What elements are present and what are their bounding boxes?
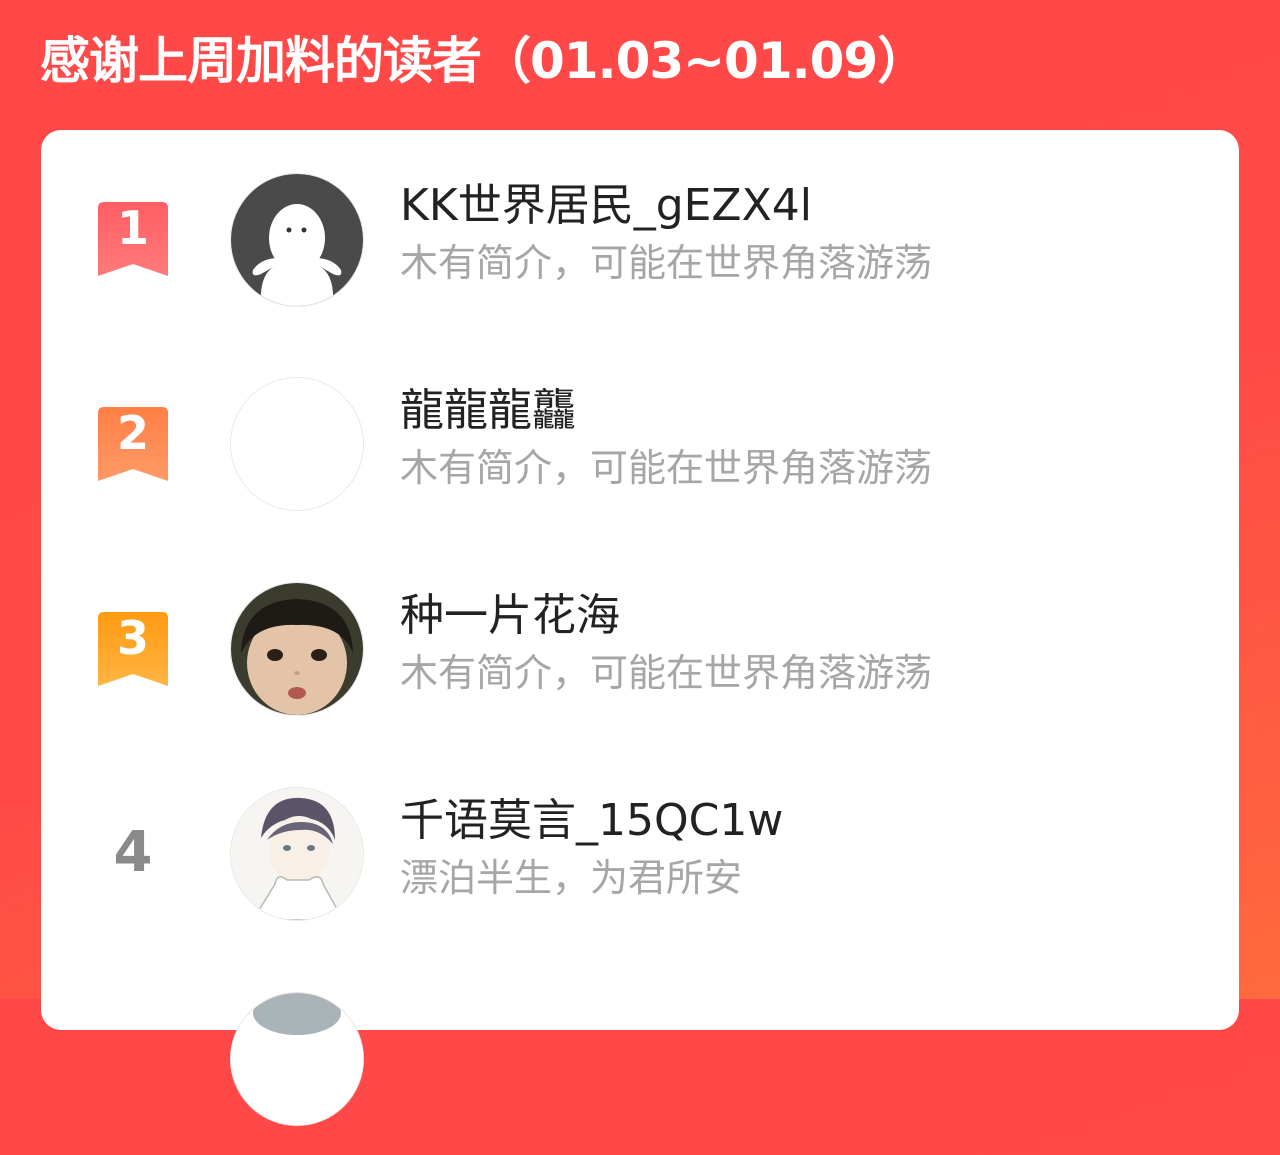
avatar[interactable]	[230, 377, 364, 511]
avatar[interactable]	[230, 992, 364, 1126]
list-item[interactable]: 1 KK世界居民_gEZX4l 木有简介，可能在世界角落游荡	[41, 130, 1239, 335]
avatar[interactable]	[230, 173, 364, 307]
default-character-avatar-icon	[231, 174, 363, 306]
rank-number: 2	[116, 406, 149, 460]
list-item[interactable]: 2 龍龍龍龘 木有简介，可能在世界角落游荡	[41, 335, 1239, 540]
rank-number: 3	[116, 611, 149, 665]
reader-bio: 木有简介，可能在世界角落游荡	[400, 651, 933, 695]
avatar[interactable]	[230, 787, 364, 921]
list-item[interactable]: 4 千语莫言_15QC1w 漂泊半生，为君所安	[41, 745, 1239, 950]
blank-avatar-icon	[231, 378, 363, 510]
reader-bio: 木有简介，可能在世界角落游荡	[400, 446, 933, 490]
rank-badge-ribbon: 1	[98, 201, 168, 276]
reader-bio: 漂泊半生，为君所安	[400, 856, 743, 900]
partial-avatar-icon	[231, 993, 363, 1125]
reader-name[interactable]: 龍龍龍龘	[400, 383, 576, 439]
reader-name[interactable]: 种一片花海	[400, 588, 620, 644]
anime-boy-avatar-icon	[231, 788, 363, 920]
rank-number: 4	[113, 820, 153, 885]
reader-ranking-card: 1 KK世界居民_gEZX4l 木有简介，可能在世界角落游荡 2 龍龍龍龘 木有…	[41, 130, 1239, 1126]
list-item[interactable]: 3 种一片花海 木有简介，可能在世界角落游荡	[41, 540, 1239, 745]
rank-badge-ribbon: 3	[98, 611, 168, 686]
avatar[interactable]	[230, 582, 364, 716]
rank-number: 1	[116, 201, 149, 255]
rank-badge-ribbon: 2	[98, 406, 168, 481]
reader-name[interactable]: KK世界居民_gEZX4l	[400, 178, 812, 234]
reader-bio: 木有简介，可能在世界角落游荡	[400, 241, 933, 285]
reader-name[interactable]: 千语莫言_15QC1w	[400, 793, 783, 849]
list-item[interactable]	[41, 950, 1239, 1155]
child-photo-avatar-icon	[231, 583, 363, 715]
page-title: 感谢上周加料的读者（01.03~01.09）	[40, 32, 927, 90]
